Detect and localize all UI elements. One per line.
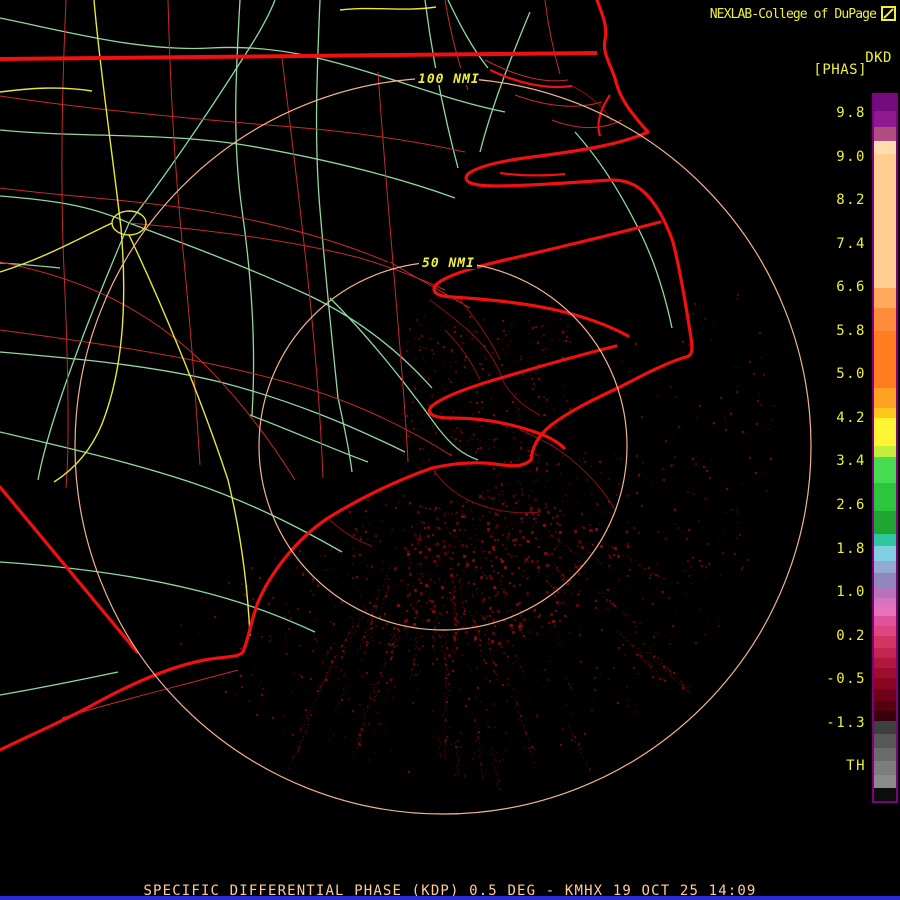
colorbar-segment [874,511,896,534]
colorbar-segment [874,721,896,734]
product-units: [PHAS] [813,62,867,78]
colorbar-segment [874,127,896,141]
colorbar-segment [874,748,896,761]
colorbar-segment [874,546,896,561]
range-rings: 100 NMI 50 NMI [74,68,812,815]
colorbar-segment [874,598,896,606]
colorbar-segment [874,658,896,668]
colorbar-segment [874,606,896,616]
ring-50nmi [258,261,628,631]
colorbar-segment [874,418,896,446]
colorbar-segment [874,701,896,711]
marsh-detail [327,85,616,547]
colorbar-segment [874,561,896,573]
colorbar-segment [874,678,896,689]
colorbar [872,93,898,803]
colorbar-segment [874,636,896,648]
colorbar-segment [874,788,896,801]
map-overlay: 100 NMI 50 NMI [0,0,812,815]
ring-label-50nmi: 50 NMI [422,256,475,271]
colorbar-segment [874,446,896,457]
colorbar-segment [874,761,896,775]
colorbar-segment [874,408,896,418]
colorbar-segment [874,711,896,721]
colorbar-segment [874,483,896,511]
ring-label-100nmi: 100 NMI [418,72,480,87]
colorbar-segment [874,689,896,701]
product-code: DKD [865,50,892,66]
coastline [0,0,694,752]
colorbar-segment [874,587,896,598]
colorbar-segment [874,308,896,331]
state-line-nc-sc [0,485,139,654]
colorbar-segment [874,668,896,678]
radar-display: 100 NMI 50 NMI NEXLAB-College of DuPage … [0,0,900,900]
colorbar-segment [874,534,896,546]
roads-red [0,0,623,719]
colorbar-segment [874,573,896,587]
colorbar-segment [874,616,896,626]
roads-green [0,0,673,696]
colorbar-segment [874,626,896,636]
bottom-bar [0,896,900,900]
colorbar-segment [874,388,896,408]
colorbar-segment [874,288,896,308]
colorbar-segment [874,111,896,127]
cod-box-slash-icon [881,6,896,21]
site-title: NEXLAB-College of DuPage [709,7,877,22]
colorbar-segment [874,95,896,111]
colorbar-segment [874,734,896,748]
ring-100nmi [74,77,812,815]
colorbar-segment [874,648,896,658]
roads-yellow [0,0,437,637]
colorbar-segment [874,331,896,388]
colorbar-segment [874,775,896,788]
colorbar-segment [874,154,896,288]
colorbar-segment [874,457,896,483]
colorbar-segment [874,141,896,154]
